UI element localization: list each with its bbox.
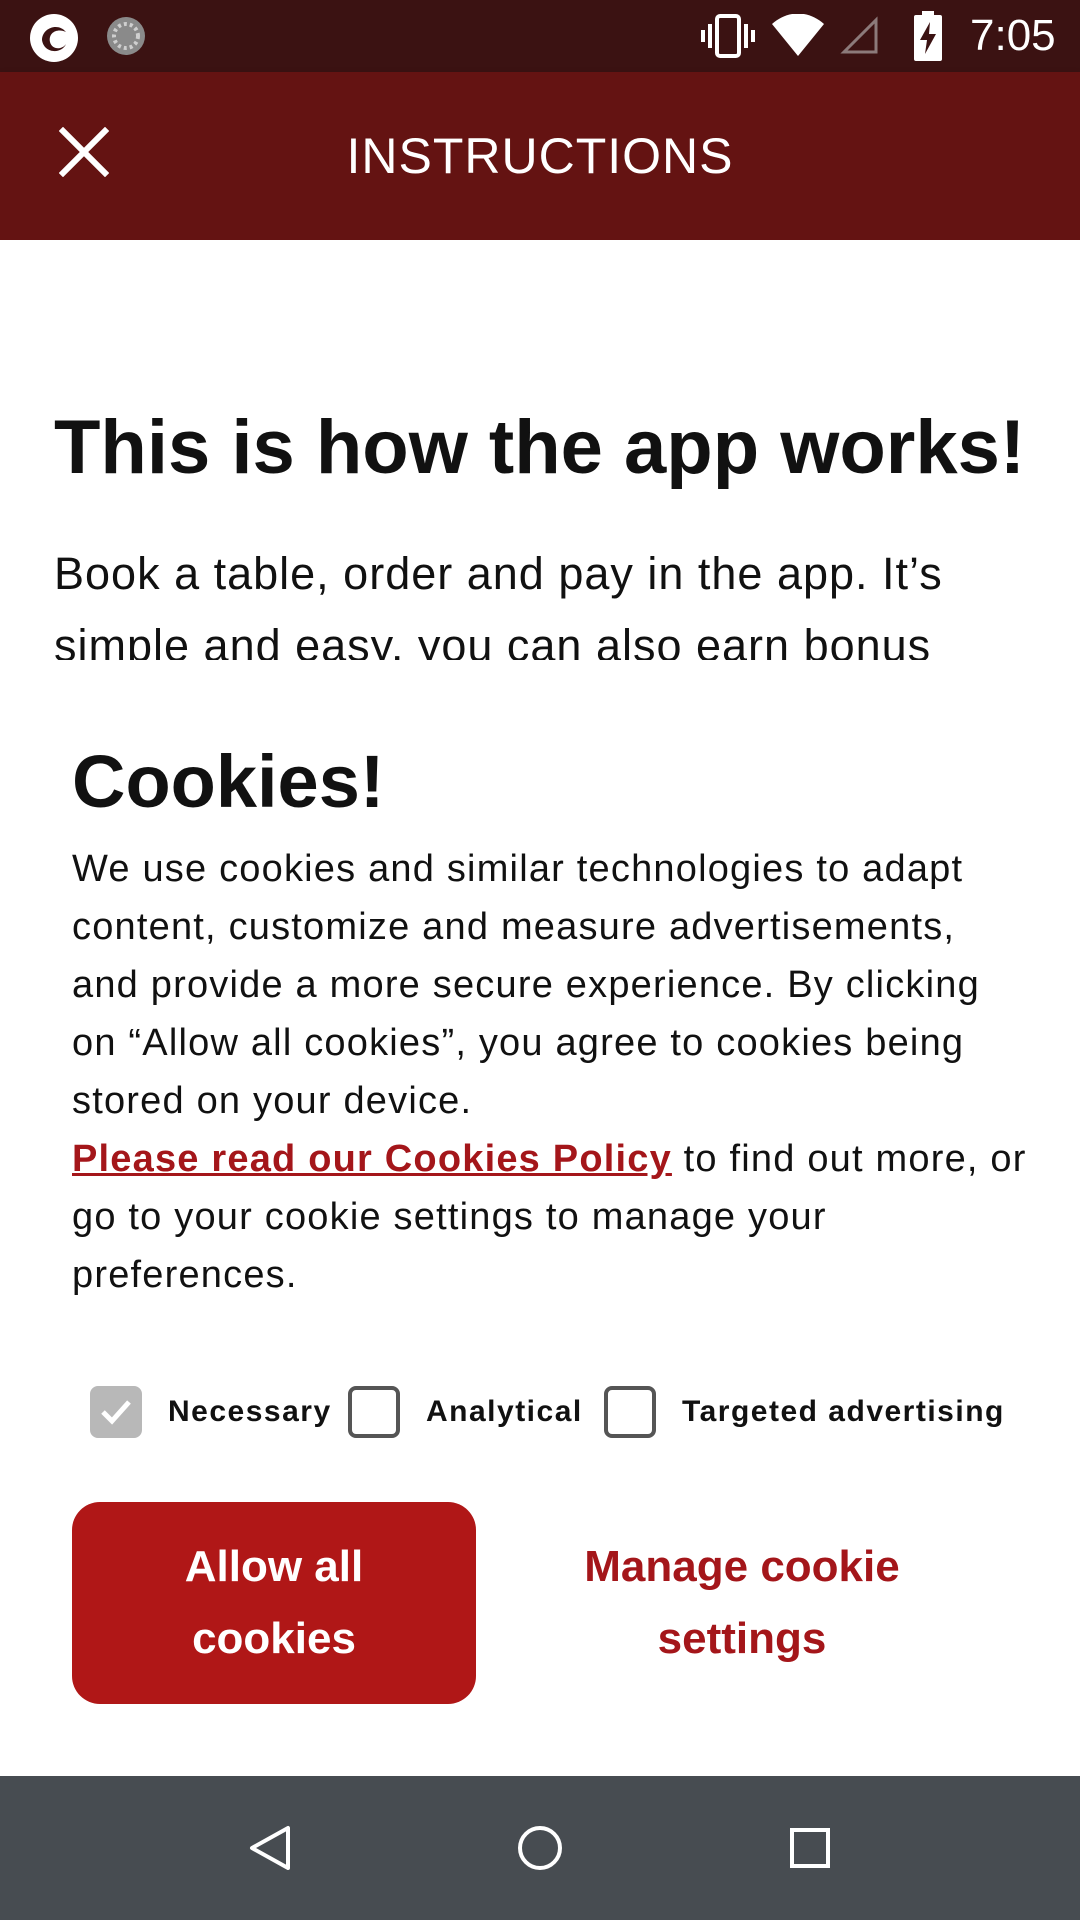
close-button[interactable] [44, 112, 124, 192]
recents-icon [790, 1828, 830, 1868]
checkmark-icon [101, 1400, 131, 1425]
instructions-heading: This is how the app works! [54, 405, 1026, 490]
analytical-checkbox[interactable] [348, 1386, 400, 1438]
cookie-description: We use cookies and similar technologies … [72, 840, 1032, 1304]
status-time: 7:05 [970, 11, 1056, 60]
loading-icon [107, 17, 145, 55]
status-bar: 7:05 [0, 0, 1080, 72]
manage-cookie-settings-label: Manage cookie settings [584, 1542, 900, 1663]
cookie-banner: Cookies! We use cookies and similar tech… [0, 660, 1080, 1776]
recents-button[interactable] [774, 1812, 846, 1884]
cookie-title: Cookies! [72, 740, 385, 823]
app-bar: INSTRUCTIONS [0, 72, 1080, 240]
targeted-advertising-label: Targeted advertising [682, 1395, 1005, 1428]
allow-all-cookies-button[interactable]: Allow all cookies [72, 1502, 476, 1704]
cookies-policy-link[interactable]: Please read our Cookies Policy [72, 1138, 672, 1180]
necessary-label: Necessary [168, 1395, 332, 1428]
close-icon [59, 127, 109, 177]
app-notification-icon [30, 14, 78, 62]
analytical-option[interactable]: Analytical [348, 1380, 583, 1444]
allow-all-cookies-label: Allow all cookies [184, 1542, 364, 1663]
cookie-options: Necessary Analytical Targeted advertisin… [88, 1380, 1048, 1444]
navigation-bar [0, 1776, 1080, 1920]
necessary-checkbox [90, 1386, 142, 1438]
home-icon [518, 1826, 562, 1870]
back-button[interactable] [234, 1812, 306, 1884]
analytical-label: Analytical [426, 1395, 583, 1428]
vibrate-icon [701, 14, 755, 58]
battery-charging-icon [914, 11, 942, 61]
instructions-content: This is how the app works! Book a table,… [0, 240, 1080, 660]
home-button[interactable] [504, 1812, 576, 1884]
manage-cookie-settings-button[interactable]: Manage cookie settings [540, 1502, 944, 1704]
signal-icon [840, 16, 878, 54]
wifi-icon [772, 14, 824, 56]
targeted-advertising-checkbox[interactable] [604, 1386, 656, 1438]
necessary-option: Necessary [90, 1380, 332, 1444]
instructions-text: Book a table, order and pay in the app. … [54, 548, 943, 660]
cookie-body: We use cookies and similar technologies … [72, 848, 980, 1122]
targeted-advertising-option[interactable]: Targeted advertising [604, 1380, 1005, 1444]
back-icon [250, 1826, 290, 1870]
page-title: INSTRUCTIONS [346, 128, 734, 184]
